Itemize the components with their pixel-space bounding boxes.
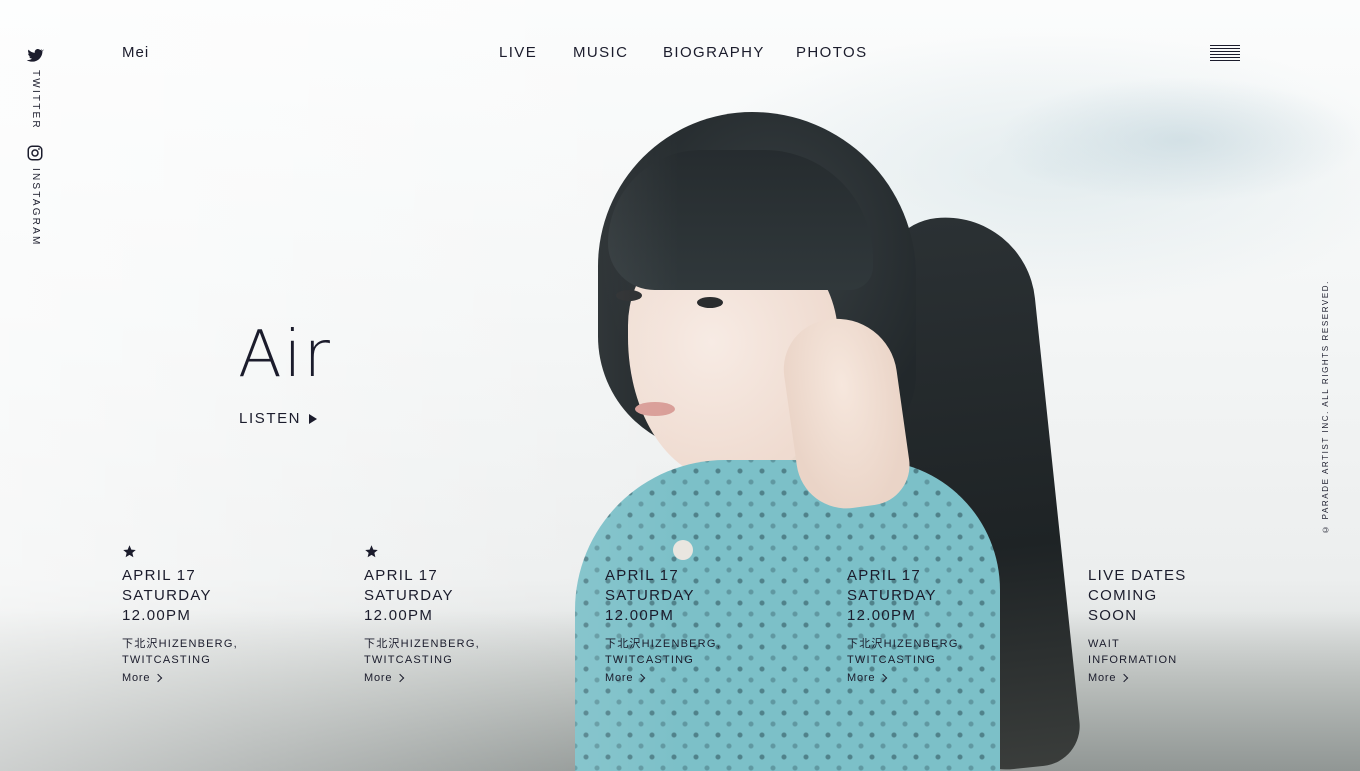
event-date: LIVE DATES COMING SOON [1088,567,1187,624]
event-venue: WAIT INFORMATION [1088,638,1178,666]
more-label: More [847,672,876,684]
event-more-link[interactable]: More [1088,670,1129,686]
live-event: APRIL 17 SATURDAY 12.00PM 下北沢HIZENBERG, … [364,544,564,686]
instagram-label: INSTAGRAM [30,168,41,247]
chevron-right-icon [396,673,405,683]
nav-photos[interactable]: PHOTOS [796,44,867,61]
left-fog-overlay [0,0,680,771]
event-date: APRIL 17 SATURDAY 12.00PM [847,567,937,624]
event-venue: 下北沢HIZENBERG, TWITCASTING [364,638,480,666]
more-label: More [122,672,151,684]
more-label: More [364,672,393,684]
play-triangle-icon [309,413,318,424]
more-label: More [605,672,634,684]
listen-label: LISTEN [239,410,302,427]
live-event: LIVE DATES COMING SOON WAIT INFORMATION … [1088,544,1288,686]
chevron-right-icon [879,673,888,683]
chevron-right-icon [1120,673,1129,683]
listen-button[interactable]: LISTEN [239,410,318,427]
eye-right [697,297,723,308]
event-venue: 下北沢HIZENBERG, TWITCASTING [847,638,963,666]
twitter-icon [26,48,44,62]
nav-biography[interactable]: BIOGRAPHY [663,44,765,61]
nav-live[interactable]: LIVE [499,44,537,61]
copyright: © PARADE ARTIST INC. ALL RIGHTS RESERVED… [1321,280,1330,534]
star-icon [365,545,378,558]
event-date: APRIL 17 SATURDAY 12.00PM [605,567,695,624]
event-date: APRIL 17 SATURDAY 12.00PM [364,567,454,624]
chevron-right-icon [154,673,163,683]
hamburger-menu-icon[interactable] [1210,45,1240,61]
instagram-icon [27,145,43,161]
live-event: APRIL 17 SATURDAY 12.00PM 下北沢HIZENBERG, … [122,544,322,686]
event-more-link[interactable]: More [847,670,888,686]
live-event: APRIL 17 SATURDAY 12.00PM 下北沢HIZENBERG, … [847,544,1047,686]
twitter-link[interactable]: TWITTER [26,46,44,130]
nav-music[interactable]: MUSIC [573,44,628,61]
main-nav: LIVE MUSIC BIOGRAPHY PHOTOS [0,44,1360,64]
event-more-link[interactable]: More [364,670,405,686]
event-venue: 下北沢HIZENBERG, TWITCASTING [605,638,721,666]
more-label: More [1088,672,1117,684]
event-date: APRIL 17 SATURDAY 12.00PM [122,567,212,624]
live-event: APRIL 17 SATURDAY 12.00PM 下北沢HIZENBERG, … [605,544,805,686]
instagram-link[interactable]: INSTAGRAM [26,144,44,247]
chevron-right-icon [637,673,646,683]
event-venue: 下北沢HIZENBERG, TWITCASTING [122,638,238,666]
event-more-link[interactable]: More [605,670,646,686]
event-more-link[interactable]: More [122,670,163,686]
star-icon [123,545,136,558]
release-title: Air [238,318,332,392]
twitter-label: TWITTER [30,70,41,130]
